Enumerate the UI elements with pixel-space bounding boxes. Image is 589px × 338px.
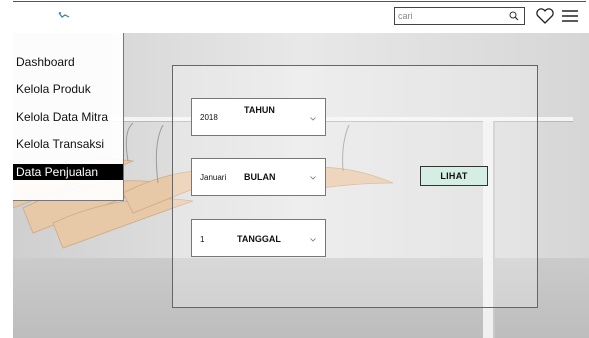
logo-icon[interactable] [58,11,70,19]
sidebar-item-dashboard[interactable]: Dashboard [13,54,123,70]
tahun-value: 2018 [200,113,218,122]
bulan-select[interactable]: Januari BULAN [191,158,326,196]
sidebar-item-kelola-data-mitra[interactable]: Kelola Data Mitra [13,109,123,125]
heart-icon[interactable] [535,7,555,25]
lihat-button[interactable]: LIHAT [420,166,488,186]
tanggal-select[interactable]: 1 TANGGAL [191,219,326,257]
chevron-down-icon [310,117,316,121]
tanggal-label: TANGGAL [237,234,281,244]
bulan-label: BULAN [244,172,276,182]
bulan-value: Januari [200,173,227,182]
tanggal-value: 1 [200,235,205,244]
chevron-down-icon [310,238,316,242]
tahun-label: TAHUN [244,105,275,115]
search-input[interactable] [398,9,498,23]
sidebar-item-kelola-transaksi[interactable]: Kelola Transaksi [13,136,123,152]
chevron-down-icon [310,176,316,180]
top-navigation-bar [0,0,589,33]
sidebar-menu: Dashboard Kelola Produk Kelola Data Mitr… [13,33,124,201]
search-icon[interactable] [509,11,519,21]
top-divider [13,1,586,2]
hamburger-menu-icon[interactable] [561,8,579,24]
sidebar-item-kelola-produk[interactable]: Kelola Produk [13,81,123,97]
search-field[interactable] [394,7,525,25]
tahun-select[interactable]: TAHUN 2018 [191,98,326,136]
sidebar-item-data-penjualan[interactable]: Data Penjualan [13,164,123,180]
